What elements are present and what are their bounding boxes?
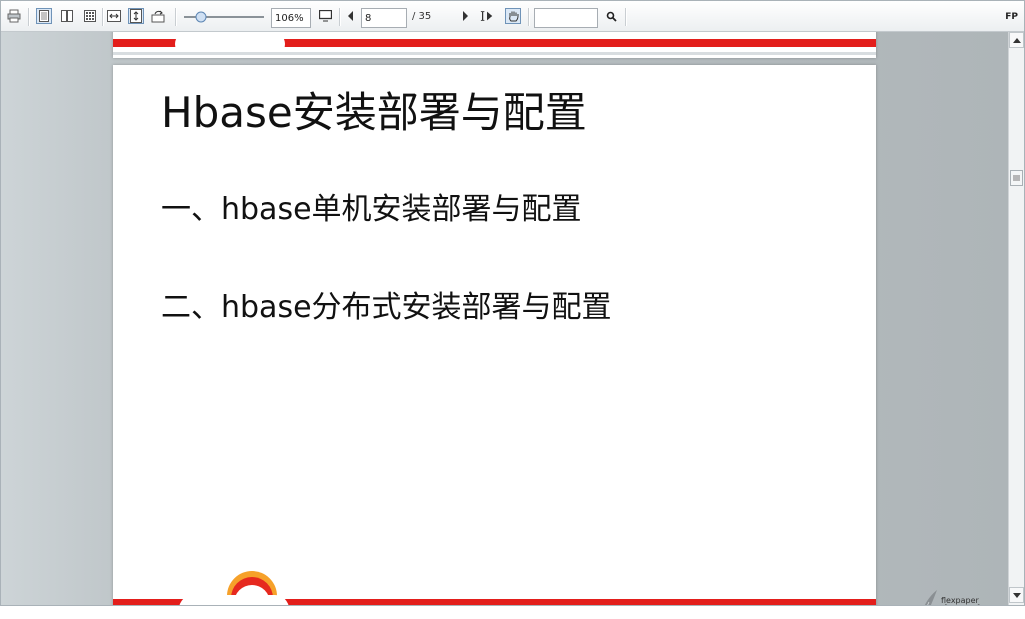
page-number-input[interactable]: 8 [361, 8, 407, 28]
page-total-label: / 35 [412, 11, 432, 22]
hand-tool-icon[interactable] [505, 8, 521, 24]
rotate-icon[interactable] [150, 8, 166, 24]
scrollbar-thumb[interactable] [1010, 170, 1023, 186]
content-item-1: 一、hbase单机安装部署与配置 [161, 192, 582, 227]
fit-width-icon[interactable] [106, 8, 122, 24]
previous-page [113, 32, 876, 58]
thumbnails-icon[interactable] [82, 8, 98, 24]
toolbar: 106% 8 / 35 FP [1, 1, 1024, 32]
brand-label: FP [1005, 12, 1018, 22]
logo-large-text: classic [934, 602, 991, 605]
search-icon[interactable] [603, 8, 619, 24]
search-input[interactable] [534, 8, 598, 28]
footer-logo-cutout [179, 595, 289, 605]
current-page: Hbase安装部署与配置 一、hbase单机安装部署与配置 二、hbase分布式… [113, 65, 876, 605]
prev-page-icon[interactable] [343, 8, 359, 24]
two-page-icon[interactable] [59, 8, 75, 24]
flexpaper-logo: flexpaper classic [915, 586, 995, 605]
zoom-input[interactable]: 106% [271, 8, 311, 28]
scroll-up-icon[interactable] [1009, 32, 1024, 48]
fit-height-icon[interactable] [128, 8, 144, 24]
scroll-down-icon[interactable] [1009, 587, 1024, 603]
single-page-icon[interactable] [36, 8, 52, 24]
document-viewer: 106% 8 / 35 FP Hbase安装部署与配置 一、hbase单机安装部… [0, 0, 1025, 606]
fullscreen-icon[interactable] [317, 8, 333, 24]
next-page-icon[interactable] [457, 8, 473, 24]
text-select-icon[interactable] [479, 8, 495, 24]
zoom-slider[interactable] [183, 8, 265, 26]
page-title: Hbase安装部署与配置 [161, 88, 587, 137]
print-icon[interactable] [6, 8, 22, 24]
document-stage[interactable]: Hbase安装部署与配置 一、hbase单机安装部署与配置 二、hbase分布式… [1, 32, 1008, 605]
vertical-scrollbar[interactable] [1008, 32, 1024, 605]
content-item-2: 二、hbase分布式安装部署与配置 [161, 290, 612, 325]
